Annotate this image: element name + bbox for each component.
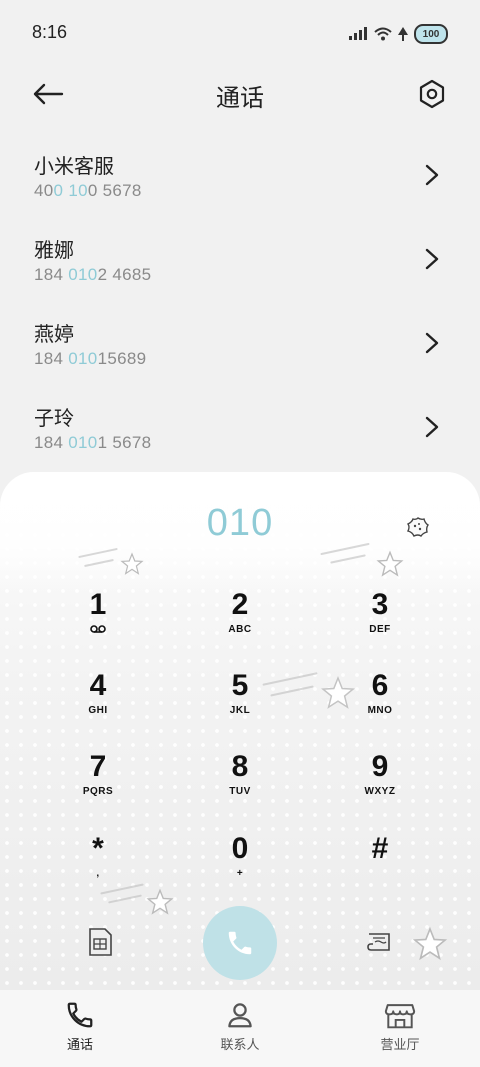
key-digit: * <box>92 832 104 865</box>
phone-icon <box>228 931 252 955</box>
settings-button[interactable] <box>414 76 450 112</box>
key-digit: # <box>371 832 389 865</box>
key-digit: 3 <box>371 588 389 621</box>
star-icon <box>120 552 144 575</box>
key-digit: 9 <box>371 750 389 783</box>
nav-label: 联系人 <box>220 1038 260 1053</box>
decorative-streak <box>84 558 114 568</box>
key-2[interactable]: 2 ABC <box>180 588 300 658</box>
key-7[interactable]: 7 PQRS <box>38 750 158 820</box>
key-digit: 6 <box>371 669 389 702</box>
star-icon <box>376 550 404 577</box>
nav-item-store[interactable]: 营业厅 <box>320 990 480 1067</box>
key-digit: 1 <box>89 588 107 621</box>
sim-card-icon[interactable] <box>84 926 116 958</box>
cookie-icon <box>406 517 429 537</box>
header: 通话 <box>0 66 480 122</box>
store-icon <box>384 1004 416 1029</box>
key-3[interactable]: 3 DEF <box>320 588 440 658</box>
person-icon <box>228 1003 252 1028</box>
chevron-right-icon <box>425 164 439 186</box>
key-letters: PQRS <box>82 786 114 797</box>
key-digit: 4 <box>89 669 107 702</box>
contact-name: 子玲 <box>34 406 74 430</box>
key-letters: ABC <box>228 624 252 635</box>
key-0[interactable]: 0 + <box>180 832 300 902</box>
contact-number: 184 0102 4685 <box>34 265 152 284</box>
nav-label: 营业厅 <box>380 1038 420 1053</box>
key-6[interactable]: 6 MNO <box>320 669 440 739</box>
wifi-icon <box>374 27 392 41</box>
hexagon-settings-icon <box>419 79 445 109</box>
bottom-nav: 通话 联系人 营业厅 <box>0 990 480 1067</box>
key-digit: 7 <box>89 750 107 783</box>
nav-item-contacts[interactable]: 联系人 <box>160 990 320 1067</box>
nav-label: 通话 <box>66 1038 93 1053</box>
contact-item[interactable]: 小米客服 400 100 5678 <box>0 130 480 214</box>
call-button[interactable] <box>203 906 277 980</box>
status-time: 8:16 <box>32 22 68 42</box>
contact-item[interactable]: 雅娜 184 0102 4685 <box>0 214 480 298</box>
dialpad-panel: 010 1 2 ABC 3 DEF 4 GHI 5 JKL 6 MNO 7 PQ… <box>0 472 480 992</box>
tree-icon <box>398 27 408 41</box>
key-8[interactable]: 8 TUV <box>180 750 300 820</box>
status-icons: 100 <box>348 24 448 44</box>
key-letters: DEF <box>369 624 391 635</box>
key-1[interactable]: 1 <box>38 588 158 658</box>
key-letters: TUV <box>229 786 251 797</box>
contact-item[interactable]: 燕婷 184 01015689 <box>0 298 480 382</box>
nav-item-calls[interactable]: 通话 <box>0 990 160 1067</box>
contact-number: 400 100 5678 <box>34 181 142 200</box>
key-letters: MNO <box>367 705 393 716</box>
chevron-right-icon <box>425 416 439 438</box>
contact-number: 184 0101 5678 <box>34 433 152 452</box>
signal-icon <box>349 27 367 40</box>
key-letters: + <box>236 868 244 879</box>
contact-list: 小米客服 400 100 5678 雅娜 184 0102 4685 燕婷 18… <box>0 130 480 466</box>
page-title: 通话 <box>216 84 264 112</box>
chevron-right-icon <box>425 248 439 270</box>
battery-indicator: 100 <box>414 24 448 44</box>
contact-name: 雅娜 <box>34 238 74 262</box>
contact-number: 184 01015689 <box>34 349 147 368</box>
decorative-streak <box>330 554 366 564</box>
key-digit: 5 <box>231 669 249 702</box>
key-letters: , <box>96 868 100 879</box>
key-9[interactable]: 9 WXYZ <box>320 750 440 820</box>
key-letters <box>320 868 440 880</box>
scroll-note-icon[interactable] <box>364 926 396 958</box>
key-digit: 0 <box>231 832 249 865</box>
contact-name: 燕婷 <box>34 322 74 346</box>
key-4[interactable]: 4 GHI <box>38 669 158 739</box>
contact-item[interactable]: 子玲 184 0101 5678 <box>0 382 480 466</box>
status-bar: 8:16 100 <box>0 0 480 66</box>
key-hash[interactable]: # <box>320 832 440 902</box>
phone-icon <box>67 1002 93 1028</box>
voicemail-icon <box>38 624 158 636</box>
chevron-right-icon <box>425 332 439 354</box>
contact-name: 小米客服 <box>34 154 114 178</box>
key-5[interactable]: 5 JKL <box>180 669 300 739</box>
key-digit: 8 <box>231 750 249 783</box>
key-digit: 2 <box>231 588 249 621</box>
decorative-streak <box>78 547 118 559</box>
key-letters: WXYZ <box>364 786 396 797</box>
key-letters: JKL <box>229 705 251 716</box>
star-icon <box>412 926 448 961</box>
key-letters: GHI <box>88 705 108 716</box>
key-star[interactable]: * , <box>38 832 158 902</box>
